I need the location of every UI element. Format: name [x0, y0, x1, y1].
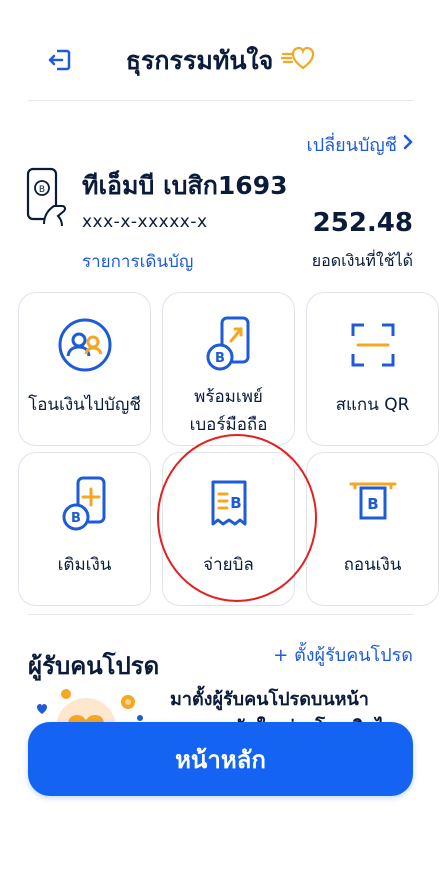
withdraw-atm-icon: B [343, 475, 403, 535]
header-divider [28, 100, 413, 101]
transfer-to-account-tile[interactable]: โอนเงินไปบัญชี [18, 292, 151, 446]
add-favorite-link[interactable]: + ตั้งผู้รับคนโปรด [273, 640, 413, 669]
top-up-tile[interactable]: B เติมเงิน [18, 452, 151, 606]
pay-bill-label: จ่ายบิล [203, 555, 254, 575]
home-button-label: หน้าหลัก [175, 745, 266, 774]
change-account-label: เปลี่ยนบัญชี [306, 135, 397, 156]
account-name: ทีเอ็มบี เบสิก1693 [82, 171, 288, 200]
account-phone-icon: B [22, 166, 68, 228]
svg-text:B: B [230, 494, 241, 512]
account-number: xxx-x-xxxxx-x [82, 212, 208, 232]
chevron-right-icon [403, 134, 413, 155]
change-account-link[interactable]: เปลี่ยนบัญชี [307, 130, 413, 159]
bill-receipt-icon: B [199, 475, 259, 535]
home-button[interactable]: หน้าหลัก [28, 722, 413, 796]
svg-text:B: B [39, 185, 45, 195]
scan-qr-tile[interactable]: สแกน QR [306, 292, 439, 446]
section-divider [28, 614, 413, 615]
promptpay-label-line2: เบอร์มือถือ [189, 415, 268, 435]
promptpay-mobile-tile[interactable]: B พร้อมเพย์ เบอร์มือถือ [162, 292, 295, 446]
transfer-people-icon [55, 315, 115, 375]
transfer-to-account-label: โอนเงินไปบัญชี [28, 395, 141, 415]
promo-text-line1: มาตั้งผู้รับคนโปรดบนหน้า [170, 689, 369, 710]
promptpay-phone-icon: B [199, 315, 259, 375]
svg-text:B: B [367, 495, 378, 513]
heart-speed-icon [280, 45, 315, 77]
account-balance: 252.48 [312, 208, 413, 238]
promptpay-label-line1: พร้อมเพย์ [194, 387, 263, 407]
promptpay-mobile-label: พร้อมเพย์ เบอร์มือถือ [190, 383, 268, 439]
scan-qr-icon [343, 315, 403, 375]
svg-text:B: B [215, 351, 225, 366]
scan-qr-label: สแกน QR [335, 395, 410, 415]
balance-label: ยอดเงินที่ใช้ได้ [311, 251, 413, 270]
page-title: ธุรกรรมทันใจ [0, 41, 441, 81]
withdraw-label: ถอนเงิน [343, 555, 402, 575]
withdraw-tile[interactable]: B ถอนเงิน [306, 452, 439, 606]
favorites-title: ผู้รับคนโปรด [28, 652, 160, 680]
pay-bill-tile[interactable]: B จ่ายบิล [162, 452, 295, 606]
svg-text:B: B [71, 511, 81, 526]
page-title-text: ธุรกรรมทันใจ [125, 46, 274, 75]
top-up-label: เติมเงิน [57, 555, 112, 575]
account-statement-link[interactable]: รายการเดินบัญ [82, 248, 193, 275]
top-up-icon: B [55, 475, 115, 535]
